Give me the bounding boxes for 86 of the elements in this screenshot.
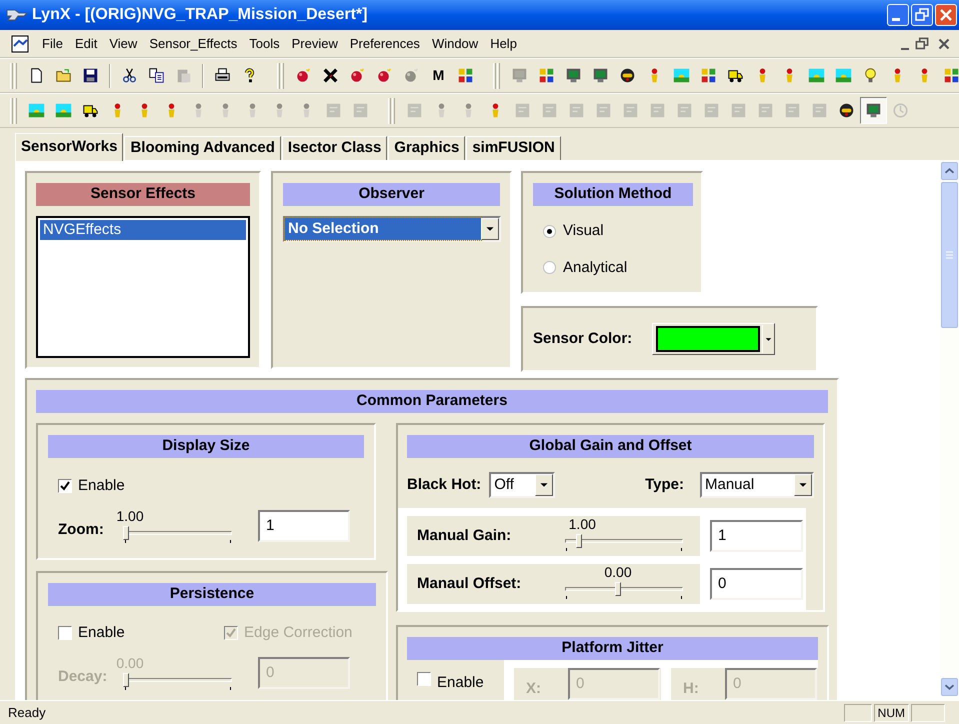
- status-panel: [844, 704, 872, 722]
- checkbox[interactable]: [417, 672, 431, 686]
- checkbox-label: Enable: [78, 476, 125, 496]
- menu-item[interactable]: Edit: [68, 34, 104, 54]
- caret-icon[interactable]: [535, 474, 554, 496]
- menu-item[interactable]: File: [36, 34, 69, 54]
- section-header: Common Parameters: [36, 390, 828, 413]
- slider-thumb[interactable]: [576, 534, 582, 548]
- grip-icon: [946, 251, 953, 259]
- scrollbar[interactable]: [940, 160, 959, 700]
- radio-button[interactable]: [543, 224, 556, 238]
- checkbox[interactable]: [58, 626, 72, 640]
- caret-icon[interactable]: [481, 218, 499, 240]
- radio-label: Analytical: [563, 258, 628, 278]
- tab[interactable]: simFUSION: [466, 136, 561, 160]
- slider-thumb[interactable]: [615, 582, 621, 596]
- section-header: Platform Jitter: [407, 637, 818, 660]
- section-header: Observer: [283, 183, 500, 206]
- checkbox-label: Enable: [437, 673, 484, 693]
- tab[interactable]: SensorWorks: [15, 133, 124, 161]
- scroll-thumb[interactable]: [941, 182, 958, 328]
- close-icon: [938, 7, 954, 23]
- section-header: Solution Method: [533, 183, 693, 206]
- slider-value: 0.00: [604, 563, 632, 582]
- color-picker[interactable]: [652, 323, 776, 355]
- field-label: Manual Gain:: [417, 526, 512, 546]
- section-header: Sensor Effects: [36, 183, 250, 206]
- field-label: Zoom:: [58, 520, 105, 540]
- status-text: Ready: [8, 704, 46, 722]
- toolbar-button[interactable]: M: [425, 62, 452, 89]
- tab[interactable]: Graphics: [388, 136, 466, 160]
- tab[interactable]: Isector Class: [282, 136, 388, 160]
- minimize-icon: [892, 18, 900, 21]
- menu-item[interactable]: Tools: [243, 34, 286, 54]
- checkbox-label: Enable: [78, 623, 125, 643]
- slider[interactable]: [563, 532, 685, 552]
- text-field[interactable]: 0: [710, 568, 803, 600]
- slider-value: 1.00: [116, 506, 144, 526]
- field-label: Sensor Color:: [533, 328, 632, 349]
- status-indicator: NUM: [874, 704, 909, 722]
- window-title: LynX - [(ORIG)NVG_TRAP_Mission_Desert*]: [32, 5, 368, 25]
- caret-icon[interactable]: [794, 474, 812, 496]
- close-button[interactable]: [935, 4, 957, 26]
- slider-value: 0.00: [116, 654, 144, 672]
- restore-icon[interactable]: [913, 34, 931, 52]
- list-box[interactable]: NVGEffects: [36, 216, 250, 358]
- field-label: Black Hot:: [407, 474, 482, 495]
- app-icon: [6, 7, 28, 23]
- text-field[interactable]: 1: [258, 510, 350, 542]
- slider[interactable]: [122, 670, 234, 690]
- restore-button[interactable]: [911, 4, 933, 26]
- section-header: Display Size: [48, 435, 364, 458]
- field-label: Decay:: [58, 667, 108, 688]
- menu-item[interactable]: Sensor_Effects: [143, 34, 244, 54]
- menu-item[interactable]: View: [103, 34, 144, 54]
- field-label: Type:: [645, 474, 684, 495]
- minimize-button[interactable]: [887, 4, 909, 26]
- dropdown[interactable]: Manual: [700, 472, 814, 498]
- section-header: Global Gain and Offset: [407, 435, 814, 458]
- status-panel: [911, 704, 945, 722]
- slider-thumb[interactable]: [123, 526, 129, 540]
- slider[interactable]: [563, 580, 685, 600]
- slider[interactable]: [122, 524, 234, 544]
- field-label: H:: [683, 679, 700, 699]
- tab[interactable]: Blooming Advanced: [124, 136, 281, 160]
- section-header: Persistence: [48, 583, 376, 606]
- menu-item[interactable]: Window: [426, 34, 484, 54]
- radio-label: Visual: [563, 221, 604, 241]
- dropdown[interactable]: Off: [489, 472, 556, 498]
- checkbox-label: Edge Correction: [244, 623, 352, 643]
- checkbox[interactable]: [58, 479, 72, 494]
- menu-item[interactable]: Preview: [286, 34, 344, 54]
- dropdown[interactable]: No Selection: [283, 216, 501, 242]
- text-field[interactable]: 1: [710, 520, 803, 552]
- field-label: X:: [526, 679, 542, 699]
- list-item[interactable]: NVGEffects: [40, 220, 246, 240]
- minimize-icon[interactable]: [901, 48, 909, 50]
- radio-button[interactable]: [543, 261, 556, 274]
- restore-icon: [914, 7, 930, 23]
- menu-item[interactable]: Help: [484, 34, 523, 54]
- menu-item[interactable]: Preferences: [344, 34, 426, 54]
- slider-value: 1.00: [568, 515, 596, 534]
- field-label: Manaul Offset:: [417, 574, 522, 594]
- monitor-icon[interactable]: [860, 97, 887, 124]
- scroll-down-icon[interactable]: [941, 678, 958, 696]
- scroll-up-icon[interactable]: [941, 162, 958, 180]
